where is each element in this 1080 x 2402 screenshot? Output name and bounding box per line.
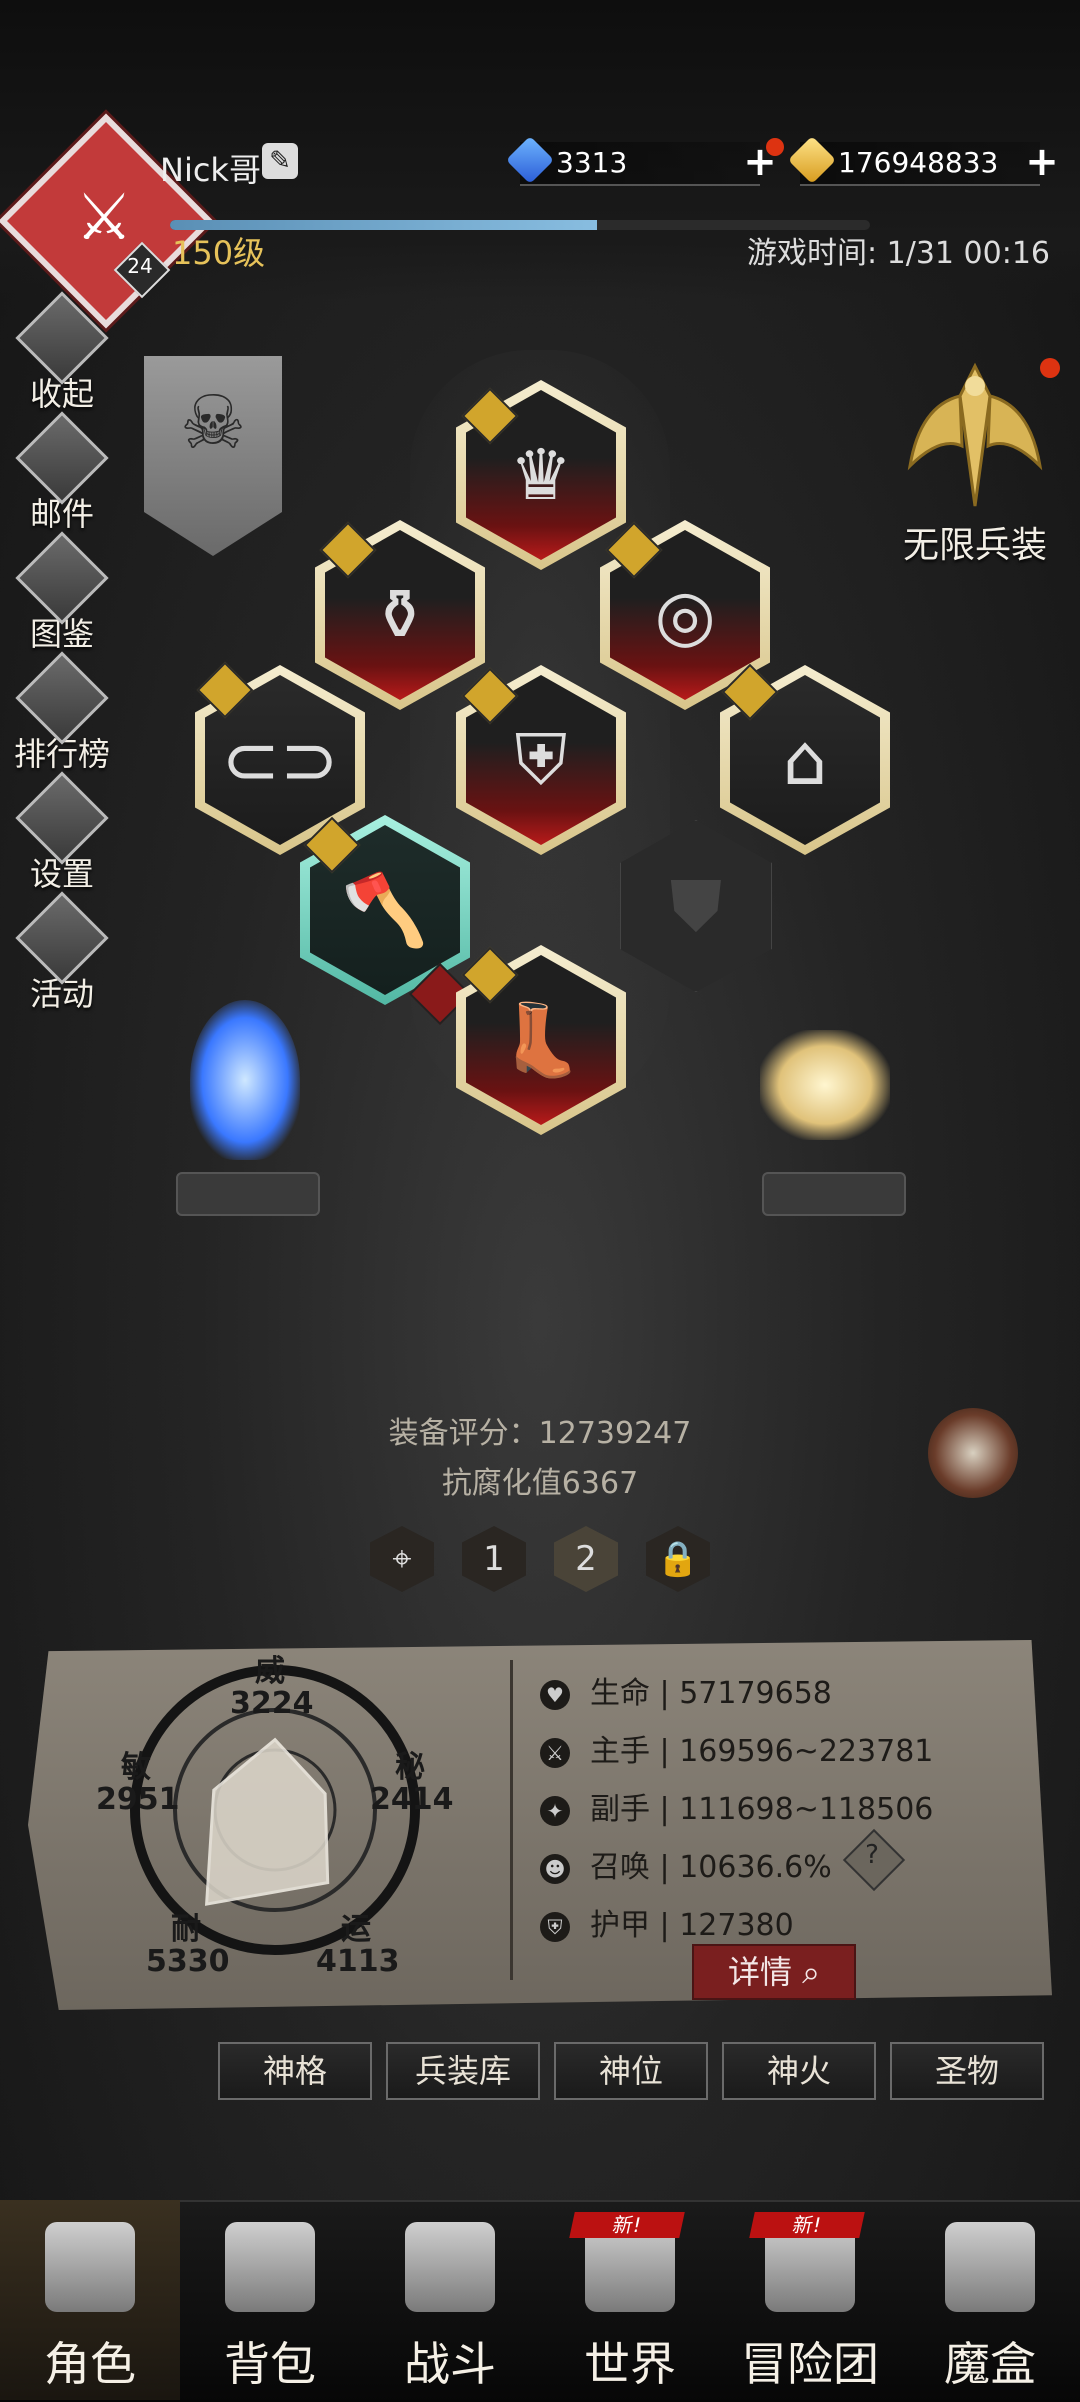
details-label: 详情 xyxy=(727,1953,792,1991)
stat-yun-value: 4113 xyxy=(316,1944,400,1979)
stat-label: 副手 xyxy=(590,1792,650,1827)
nav-label: 背包 xyxy=(224,2337,316,2391)
stat-min-value: 2951 xyxy=(96,1782,180,1817)
stat-value: 111698~118506 xyxy=(679,1792,934,1827)
stat-armor: ⛨ 护甲 | 127380 xyxy=(540,1900,794,1944)
tab-relics[interactable]: 圣物 xyxy=(890,2042,1044,2100)
divider xyxy=(510,1660,513,1980)
location-page-button[interactable]: ⌖ xyxy=(370,1526,434,1592)
nav-label: 角色 xyxy=(44,2337,136,2391)
locked-page-button[interactable]: 🔒 xyxy=(646,1526,710,1592)
stat-value: 169596~223781 xyxy=(679,1734,934,1769)
new-tag: 新! xyxy=(569,2212,685,2238)
equipment-score: 装备评分：12739247 xyxy=(388,1416,692,1451)
nav-label: 世界 xyxy=(584,2337,676,2391)
stat-mi-value: 2414 xyxy=(370,1782,454,1817)
stat-label: 主手 xyxy=(590,1734,650,1769)
tab-armory[interactable]: 兵装库 xyxy=(386,2042,540,2100)
stat-yun: 运 4113 xyxy=(316,1912,400,1979)
stat-label: 护甲 xyxy=(590,1908,650,1943)
demon-skull-icon: ☠ xyxy=(179,380,247,466)
stat-mainhand: ⚔ 主手 | 169596~223781 xyxy=(540,1726,933,1770)
tab-divine-fire[interactable]: 神火 xyxy=(722,2042,876,2100)
stat-nai: 耐 5330 xyxy=(146,1912,230,1979)
nav-label: 冒险团 xyxy=(741,2337,879,2391)
nav-character[interactable]: 角色 xyxy=(0,2200,180,2400)
tab-divinity[interactable]: 神格 xyxy=(218,2042,372,2100)
notification-dot xyxy=(1040,358,1060,378)
gold-value: 176948833 xyxy=(838,146,999,179)
player-level: 150级 xyxy=(172,234,266,272)
cube-icon xyxy=(945,2222,1035,2312)
nav-label: 魔盒 xyxy=(944,2337,1036,2391)
stat-label: 生命 xyxy=(590,1676,650,1711)
stat-nai-value: 5330 xyxy=(146,1944,230,1979)
add-gold-button[interactable]: + xyxy=(1024,142,1060,182)
leaderboard-button[interactable]: 排行榜 xyxy=(14,651,110,775)
nav-battle[interactable]: 战斗 xyxy=(360,2200,540,2400)
crown-icon[interactable] xyxy=(760,1030,890,1140)
infinite-gear-icon[interactable] xyxy=(900,356,1050,516)
stat-min-label: 敏 xyxy=(121,1750,151,1785)
stat-offhand: ✦ 副手 | 111698~118506 xyxy=(540,1784,933,1828)
stat-wei-value: 3224 xyxy=(230,1686,314,1721)
stat-life: ♥ 生命 | 57179658 xyxy=(540,1668,832,1712)
emblem-icon[interactable] xyxy=(928,1408,1018,1498)
armor-stat-icon: ⛨ xyxy=(540,1911,570,1942)
nav-backpack[interactable]: 背包 xyxy=(180,2200,360,2400)
stat-yun-label: 运 xyxy=(341,1912,371,1947)
stat-value: 127380 xyxy=(679,1908,794,1943)
settings-button[interactable]: 设置 xyxy=(14,771,110,895)
stat-summon: ☻ 召唤 | 10636.6% xyxy=(540,1842,832,1886)
crown-pedestal xyxy=(762,1172,906,1216)
stat-value: 57179658 xyxy=(679,1676,832,1711)
notification-dot xyxy=(766,138,784,156)
radar-shape xyxy=(204,1737,330,1906)
backpack-icon xyxy=(225,2222,315,2312)
stat-mi: 秘 2414 xyxy=(370,1750,454,1817)
stat-wei-label: 威 xyxy=(255,1654,285,1689)
summon-icon: ☻ xyxy=(540,1853,570,1884)
helmet-nav-icon xyxy=(45,2222,135,2312)
page-2-button[interactable]: 2 xyxy=(554,1526,618,1592)
magnifier-icon: ⌕ xyxy=(802,1953,821,1991)
events-button[interactable]: 活动 xyxy=(14,891,110,1015)
stat-value: 10636.6% xyxy=(679,1850,832,1885)
game-time: 游戏时间: 1/31 00:16 xyxy=(746,236,1050,271)
stat-label: 召唤 xyxy=(590,1850,650,1885)
gem-value: 3313 xyxy=(556,146,628,179)
new-tag: 新! xyxy=(749,2212,865,2238)
page-1-button[interactable]: 1 xyxy=(462,1526,526,1592)
tab-divine-rank[interactable]: 神位 xyxy=(554,2042,708,2100)
mail-button[interactable]: 邮件 xyxy=(14,411,110,535)
flame-pedestal xyxy=(176,1172,320,1216)
details-button[interactable]: 详情 ⌕ xyxy=(692,1944,856,2000)
nav-label: 战斗 xyxy=(404,2337,496,2391)
corruption-resistance: 抗腐化值6367 xyxy=(441,1466,639,1501)
question-icon: ? xyxy=(865,1840,879,1870)
infinite-gear-label: 无限兵装 xyxy=(902,525,1047,566)
stat-mi-label: 秘 xyxy=(395,1750,425,1785)
edit-icon[interactable]: ✎ xyxy=(262,143,298,179)
stat-wei: 威 3224 xyxy=(230,1654,314,1721)
nav-magic-box[interactable]: 魔盒 xyxy=(900,2200,1080,2400)
stat-nai-label: 耐 xyxy=(171,1912,201,1947)
stat-min: 敏 2951 xyxy=(96,1750,180,1817)
player-name: Nick哥 xyxy=(160,151,261,189)
sword-icon: ⚔ xyxy=(540,1737,570,1768)
heart-icon: ♥ xyxy=(540,1679,570,1710)
offhand-icon: ✦ xyxy=(540,1795,570,1826)
avatar-level: 24 xyxy=(127,254,153,278)
codex-button[interactable]: 图鉴 xyxy=(14,531,110,655)
shield-sword-icon xyxy=(405,2222,495,2312)
collapse-menu-button[interactable]: 收起 xyxy=(14,291,110,415)
blue-flame-icon[interactable] xyxy=(190,1000,300,1160)
